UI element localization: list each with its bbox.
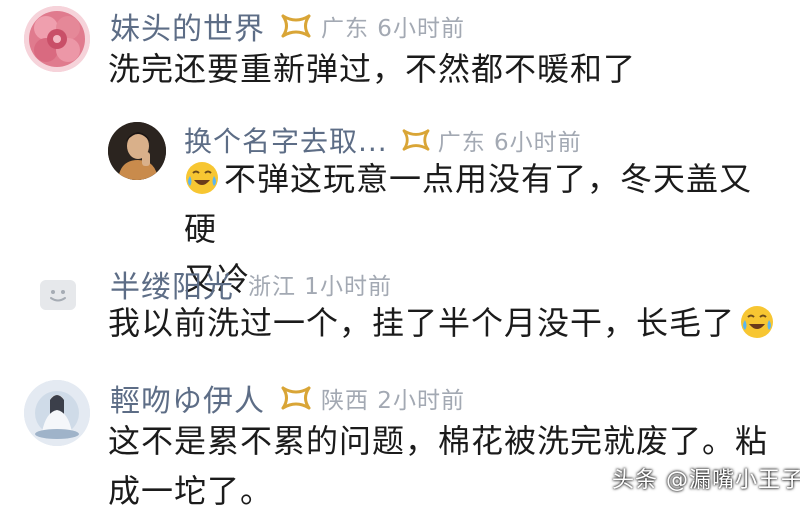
comment-2-reply: 换个名字去取... 广东 6小时前 不弹这玩意一点用没有了，冬天盖又硬 又冷 [0, 110, 800, 298]
gold-vip-badge-icon [281, 385, 311, 411]
comment-text: 洗完还要重新弹过，不然都不暖和了 [108, 50, 637, 88]
gold-vip-badge-icon [402, 128, 430, 152]
comment-1: 妹头的世界 广东 6小时前 洗完还要重新弹过，不然都不暖和了 [0, 0, 800, 100]
location-time: 浙江 1小时前 [248, 274, 392, 300]
avatar-person[interactable] [108, 122, 166, 180]
username[interactable]: 妹头的世界 [110, 4, 265, 48]
watermark: 头条 @漏嘴小王子 [612, 468, 800, 493]
comment-3: 半缕阳光 浙江 1小时前 我以前洗过一个，挂了半个月没干，长毛了 [0, 262, 800, 362]
gold-vip-badge-icon [281, 13, 311, 39]
avatar-meditating-figure[interactable] [24, 380, 90, 446]
username[interactable]: 輕吻ゆ伊人 [110, 376, 265, 420]
avatar-flower[interactable] [24, 6, 90, 72]
location-time: 广东 6小时前 [437, 130, 582, 156]
avatar-default[interactable] [40, 280, 76, 310]
comment-4-meta: 輕吻ゆ伊人 陕西 2小时前 [110, 376, 465, 420]
location-time: 陕西 2小时前 [321, 388, 465, 414]
crying-laughing-emoji-icon [184, 160, 220, 196]
crying-laughing-emoji-icon [739, 304, 775, 340]
comment-1-meta: 妹头的世界 广东 6小时前 [110, 4, 465, 48]
comment-text: 我以前洗过一个，挂了半个月没干，长毛了 [108, 298, 779, 348]
location-time: 广东 6小时前 [321, 16, 465, 42]
